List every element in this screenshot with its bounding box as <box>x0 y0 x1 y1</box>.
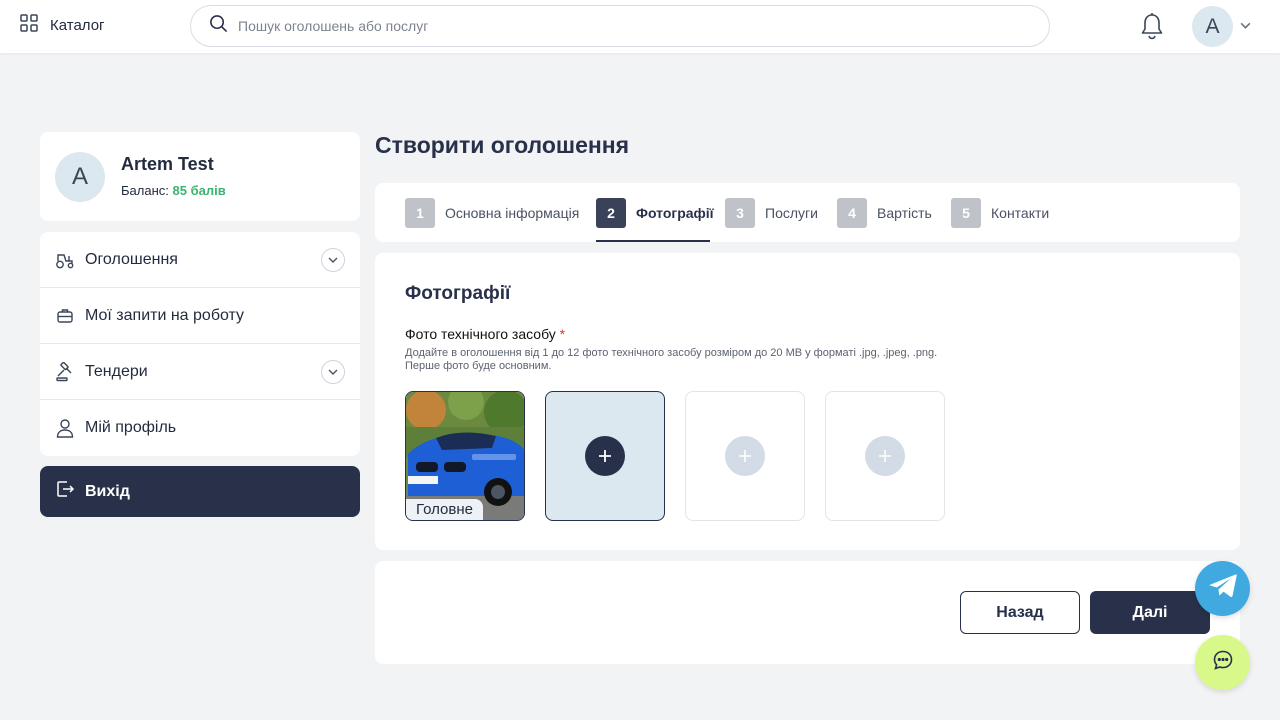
page-title: Створити оголошення <box>375 132 630 158</box>
sidebar-item-label: Мої запити на роботу <box>85 306 245 324</box>
gavel-icon <box>55 361 75 382</box>
section-title: Фотографії <box>405 283 511 304</box>
step-number: 3 <box>725 198 755 228</box>
sidebar-item-label: Оголошення <box>85 250 178 268</box>
plus-icon <box>865 436 905 476</box>
step-photos[interactable]: 2 Фотографії <box>596 198 714 228</box>
bell-icon[interactable] <box>1139 12 1165 45</box>
search-icon <box>209 14 228 38</box>
balance-points: 85 балів <box>172 183 226 198</box>
add-photo-slot[interactable] <box>825 391 945 521</box>
balance: Баланс: 85 балів <box>121 183 226 198</box>
logout-label: Вихід <box>85 482 130 500</box>
next-button[interactable]: Далі <box>1090 591 1210 634</box>
step-basic-info[interactable]: 1 Основна інформація <box>405 198 579 228</box>
chat-icon <box>1212 649 1234 676</box>
photo-tile-main[interactable]: Головне <box>405 391 525 521</box>
field-label-text: Фото технічного засобу <box>405 326 556 342</box>
search-input[interactable] <box>238 18 998 34</box>
add-photo-button[interactable] <box>545 391 665 521</box>
sidebar-item-profile[interactable]: Мій профіль <box>40 400 360 456</box>
profile-name: Artem Test <box>121 154 214 174</box>
step-number: 1 <box>405 198 435 228</box>
logout-icon <box>55 479 75 504</box>
main-photo-tag: Головне <box>406 499 483 520</box>
sidebar-menu: Оголошення Мої запити на роботу Тендери <box>40 232 360 456</box>
step-label: Вартість <box>877 205 932 221</box>
grid-icon <box>20 14 38 37</box>
sidebar-item-job-requests[interactable]: Мої запити на роботу <box>40 288 360 344</box>
plus-icon <box>725 436 765 476</box>
photos-section: Фотографії Фото технічного засобу * Дода… <box>375 253 1240 550</box>
avatar: A <box>55 152 105 202</box>
catalog-button[interactable]: Каталог <box>20 14 105 37</box>
sidebar-item-label: Тендери <box>85 362 148 380</box>
sidebar-item-listings[interactable]: Оголошення <box>40 232 360 288</box>
balance-label: Баланс: <box>121 183 169 198</box>
add-photo-slot[interactable] <box>685 391 805 521</box>
search-bar <box>190 5 1050 47</box>
step-label: Фотографії <box>636 205 714 221</box>
chevron-down-icon[interactable] <box>321 248 345 272</box>
user-icon <box>55 418 75 438</box>
logout-button[interactable]: Вихід <box>40 466 360 517</box>
step-services[interactable]: 3 Послуги <box>725 198 818 228</box>
step-number: 4 <box>837 198 867 228</box>
step-label: Контакти <box>991 205 1050 221</box>
back-button[interactable]: Назад <box>960 591 1080 634</box>
top-header: Каталог A <box>0 0 1280 53</box>
telegram-icon <box>1208 573 1238 604</box>
plus-icon <box>585 436 625 476</box>
tractor-icon <box>55 250 75 270</box>
field-label: Фото технічного засобу * <box>405 326 565 342</box>
form-navigation: Назад Далі <box>375 561 1240 664</box>
sidebar-item-tenders[interactable]: Тендери <box>40 344 360 400</box>
sidebar-item-label: Мій профіль <box>85 419 177 436</box>
profile-card: A Artem Test Баланс: 85 балів <box>40 132 360 221</box>
stepper: 1 Основна інформація 2 Фотографії 3 Посл… <box>375 183 1240 242</box>
step-contacts[interactable]: 5 Контакти <box>951 198 1049 228</box>
briefcase-icon <box>55 306 75 326</box>
required-mark: * <box>559 326 566 342</box>
chevron-down-icon[interactable] <box>1239 19 1252 37</box>
chat-button[interactable] <box>1195 635 1250 690</box>
catalog-label: Каталог <box>50 17 105 34</box>
step-label: Основна інформація <box>445 205 580 221</box>
telegram-button[interactable] <box>1195 561 1250 616</box>
field-hint: Додайте в оголошення від 1 до 12 фото те… <box>405 347 938 372</box>
step-number: 2 <box>596 198 626 228</box>
step-label: Послуги <box>765 205 818 221</box>
step-price[interactable]: 4 Вартість <box>837 198 932 228</box>
step-number: 5 <box>951 198 981 228</box>
active-step-underline <box>596 240 710 242</box>
user-avatar[interactable]: A <box>1192 6 1233 47</box>
chevron-down-icon[interactable] <box>321 360 345 384</box>
